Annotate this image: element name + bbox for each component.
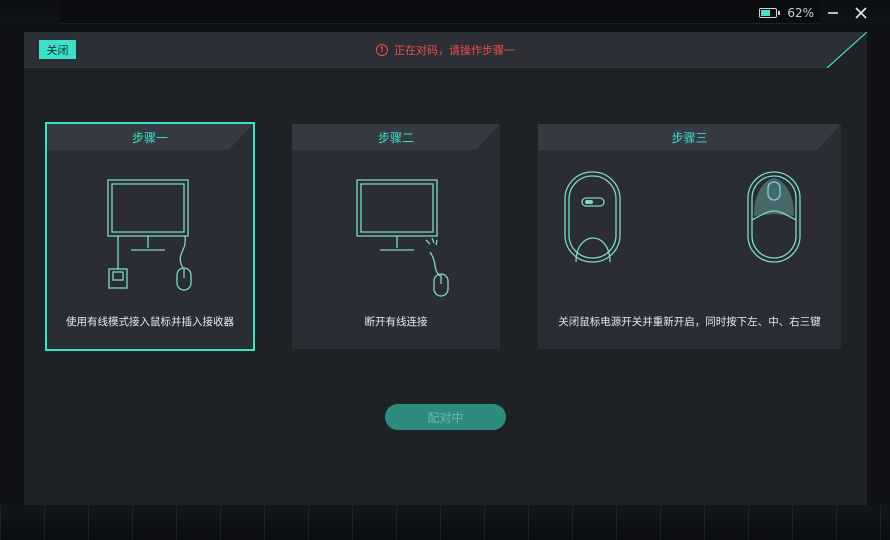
step-title: 步骤一 [131, 130, 168, 145]
pairing-dialog: 关闭 ! 正在对码，请操作步骤一 步骤一 使用有线模式接入鼠标并插入接收器 步骤… [24, 32, 867, 505]
monitor-unplug-illustration [356, 179, 449, 297]
step-description: 关闭鼠标电源开关并重新开启，同时按下左、中、右三键 [558, 316, 821, 328]
step-card-2[interactable]: 步骤二 断开有线连接 [292, 124, 500, 349]
mouse-power-buttons-illustration [564, 171, 801, 263]
battery-fill [761, 10, 770, 16]
window-titlebar: 62% [0, 0, 890, 26]
step-card-header: 步骤一 [47, 124, 253, 150]
step-card-3[interactable]: 步骤三 关闭鼠标电源开关并重新开启，同时按下左、中、右三键 [538, 124, 841, 349]
background-floor [0, 505, 890, 540]
warning-icon: ! [376, 44, 388, 56]
close-window-button[interactable] [852, 4, 870, 22]
step-title: 步骤二 [377, 130, 414, 145]
step-description: 使用有线模式接入鼠标并插入接收器 [66, 316, 234, 328]
minimize-icon [828, 12, 838, 14]
battery-icon [759, 8, 781, 18]
step-card-header: 步骤二 [292, 124, 500, 150]
step-card-1[interactable]: 步骤一 使用有线模式接入鼠标并插入接收器 [45, 122, 255, 351]
dialog-header: 关闭 ! 正在对码，请操作步骤一 [24, 32, 867, 68]
minimize-button[interactable] [824, 4, 842, 22]
titlebar-strip [60, 0, 820, 24]
pairing-button[interactable]: 配对中 [385, 404, 506, 430]
status-text: 正在对码，请操作步骤一 [394, 44, 515, 57]
step-description: 断开有线连接 [364, 316, 428, 328]
window-controls: 62% [759, 4, 870, 22]
step-title: 步骤三 [671, 130, 708, 145]
monitor-usb-mouse-illustration [107, 179, 192, 291]
battery-percent: 62% [787, 6, 814, 20]
status-message: ! 正在对码，请操作步骤一 [24, 32, 867, 68]
step-card-header: 步骤三 [538, 124, 841, 150]
close-icon [855, 7, 867, 19]
